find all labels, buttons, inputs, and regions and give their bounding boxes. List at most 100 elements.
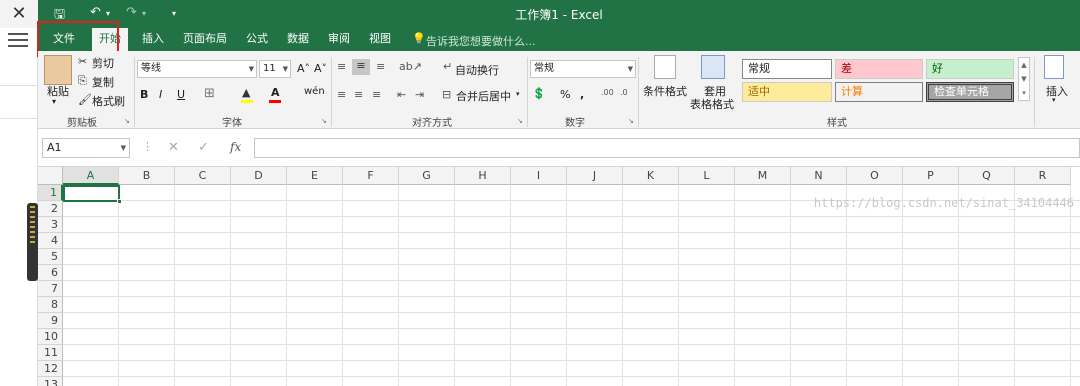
style-good[interactable]: 好 (926, 59, 1014, 79)
italic-button[interactable]: I (159, 88, 162, 101)
row-header-11[interactable]: 11 (38, 345, 63, 361)
decrease-indent-icon[interactable]: ⇤ (397, 88, 406, 101)
format-as-table-label-2[interactable]: 表格格式 (690, 96, 734, 112)
cancel-icon[interactable]: ✕ (168, 140, 179, 155)
styles-gallery-scroll[interactable]: ▲ ▼ ▾ (1018, 57, 1030, 101)
comma-button[interactable]: , (580, 88, 584, 101)
tab-review[interactable]: 审阅 (321, 28, 357, 51)
active-cell-selection[interactable] (63, 185, 122, 204)
column-header-L[interactable]: L (679, 167, 735, 185)
decrease-decimal-icon[interactable]: .0 (620, 88, 628, 97)
align-center-icon[interactable]: ≡ (354, 88, 363, 101)
style-neutral[interactable]: 适中 (742, 82, 832, 102)
dialog-launcher-icon[interactable]: ↘ (517, 117, 525, 125)
shrink-font-icon[interactable]: A˅ (314, 62, 327, 75)
insert-cells-icon[interactable] (1044, 55, 1064, 79)
column-header-Q[interactable]: Q (959, 167, 1015, 185)
merge-center-button[interactable]: 合并后居中 (456, 88, 511, 104)
merge-dropdown-icon[interactable]: ▾ (516, 90, 520, 98)
row-header-12[interactable]: 12 (38, 361, 63, 377)
style-check-cell[interactable]: 检查单元格 (926, 82, 1014, 102)
column-header-B[interactable]: B (119, 167, 175, 185)
column-header-N[interactable]: N (791, 167, 847, 185)
row-header-6[interactable]: 6 (38, 265, 63, 281)
tell-me-search[interactable]: 告诉我您想要做什么... (426, 33, 536, 49)
row-header-2[interactable]: 2 (38, 201, 63, 217)
percent-button[interactable]: % (560, 88, 570, 101)
column-header-A[interactable]: A (63, 167, 119, 185)
copy-button[interactable]: 复制 (92, 74, 114, 90)
number-format-select[interactable]: 常规 ▼ (530, 60, 636, 78)
tab-page-layout[interactable]: 页面布局 (176, 28, 234, 51)
dialog-launcher-icon[interactable]: ↘ (321, 117, 329, 125)
insert-cells-button[interactable]: 插入 (1046, 83, 1068, 99)
column-header-F[interactable]: F (343, 167, 399, 185)
insert-function-icon[interactable]: fx (230, 140, 241, 154)
dialog-launcher-icon[interactable]: ↘ (124, 117, 132, 125)
undo-dropdown-icon[interactable]: ▾ (106, 9, 110, 18)
formula-input[interactable] (254, 138, 1080, 158)
conditional-formatting-button[interactable]: 条件格式 (643, 83, 687, 99)
currency-icon[interactable]: 💲 (532, 87, 546, 100)
phonetic-icon[interactable]: wén (304, 86, 325, 97)
tab-formulas[interactable]: 公式 (239, 28, 275, 51)
tab-data[interactable]: 数据 (280, 28, 316, 51)
increase-decimal-icon[interactable]: .00 (601, 88, 614, 97)
column-header-M[interactable]: M (735, 167, 791, 185)
paste-button[interactable]: 粘贴 (47, 83, 69, 99)
row-header-7[interactable]: 7 (38, 281, 63, 297)
font-color-icon[interactable]: A (271, 86, 280, 99)
column-header-R[interactable]: R (1015, 167, 1071, 185)
customize-qat-icon[interactable]: ▾ (172, 9, 176, 18)
style-normal[interactable]: 常规 (742, 59, 832, 79)
align-bottom-icon[interactable]: ≡ (376, 60, 385, 73)
font-size-select[interactable]: 11 ▼ (259, 60, 291, 78)
drag-handle-icon[interactable]: ⋮ (142, 140, 153, 153)
fill-color-icon[interactable]: ▲ (242, 86, 250, 99)
row-header-8[interactable]: 8 (38, 297, 63, 313)
column-header-J[interactable]: J (567, 167, 623, 185)
align-left-icon[interactable]: ≡ (337, 88, 346, 101)
style-bad[interactable]: 差 (835, 59, 923, 79)
tab-view[interactable]: 视图 (362, 28, 398, 51)
conditional-formatting-icon[interactable] (654, 55, 676, 79)
drag-handle-icon[interactable] (27, 203, 38, 281)
row-header-3[interactable]: 3 (38, 217, 63, 233)
style-calculation[interactable]: 计算 (835, 82, 923, 102)
column-header-C[interactable]: C (175, 167, 231, 185)
row-header-4[interactable]: 4 (38, 233, 63, 249)
increase-indent-icon[interactable]: ⇥ (415, 88, 424, 101)
format-as-table-icon[interactable] (701, 55, 725, 79)
grow-font-icon[interactable]: A˄ (297, 62, 310, 75)
align-top-icon[interactable]: ≡ (337, 60, 346, 73)
paste-icon[interactable] (44, 55, 72, 85)
align-middle-icon[interactable]: ≡ (352, 59, 370, 75)
row-header-13[interactable]: 13 (38, 377, 63, 386)
bold-button[interactable]: B (140, 88, 148, 101)
wrap-text-button[interactable]: 自动换行 (455, 62, 499, 78)
select-all-corner[interactable] (38, 167, 63, 185)
column-header-G[interactable]: G (399, 167, 455, 185)
insert-dropdown-icon[interactable]: ▾ (1052, 96, 1056, 104)
column-header-K[interactable]: K (623, 167, 679, 185)
column-header-P[interactable]: P (903, 167, 959, 185)
row-header-1[interactable]: 1 (38, 185, 63, 201)
font-name-select[interactable]: 等线 ▼ (137, 60, 257, 78)
border-icon[interactable]: ⊞ (204, 86, 215, 101)
align-right-icon[interactable]: ≡ (372, 88, 381, 101)
hamburger-menu-icon[interactable] (8, 33, 28, 49)
column-header-O[interactable]: O (847, 167, 903, 185)
dialog-launcher-icon[interactable]: ↘ (628, 117, 636, 125)
column-header-E[interactable]: E (287, 167, 343, 185)
row-header-10[interactable]: 10 (38, 329, 63, 345)
column-header-H[interactable]: H (455, 167, 511, 185)
format-painter-button[interactable]: 格式刷 (92, 93, 125, 109)
redo-dropdown-icon[interactable]: ▾ (142, 9, 146, 18)
column-header-I[interactable]: I (511, 167, 567, 185)
cut-button[interactable]: 剪切 (92, 55, 114, 71)
enter-icon[interactable]: ✓ (198, 140, 209, 155)
redo-icon[interactable]: ↷ (126, 5, 137, 20)
paste-dropdown-icon[interactable]: ▾ (52, 97, 56, 106)
undo-icon[interactable]: ↶ (90, 5, 101, 20)
row-header-5[interactable]: 5 (38, 249, 63, 265)
